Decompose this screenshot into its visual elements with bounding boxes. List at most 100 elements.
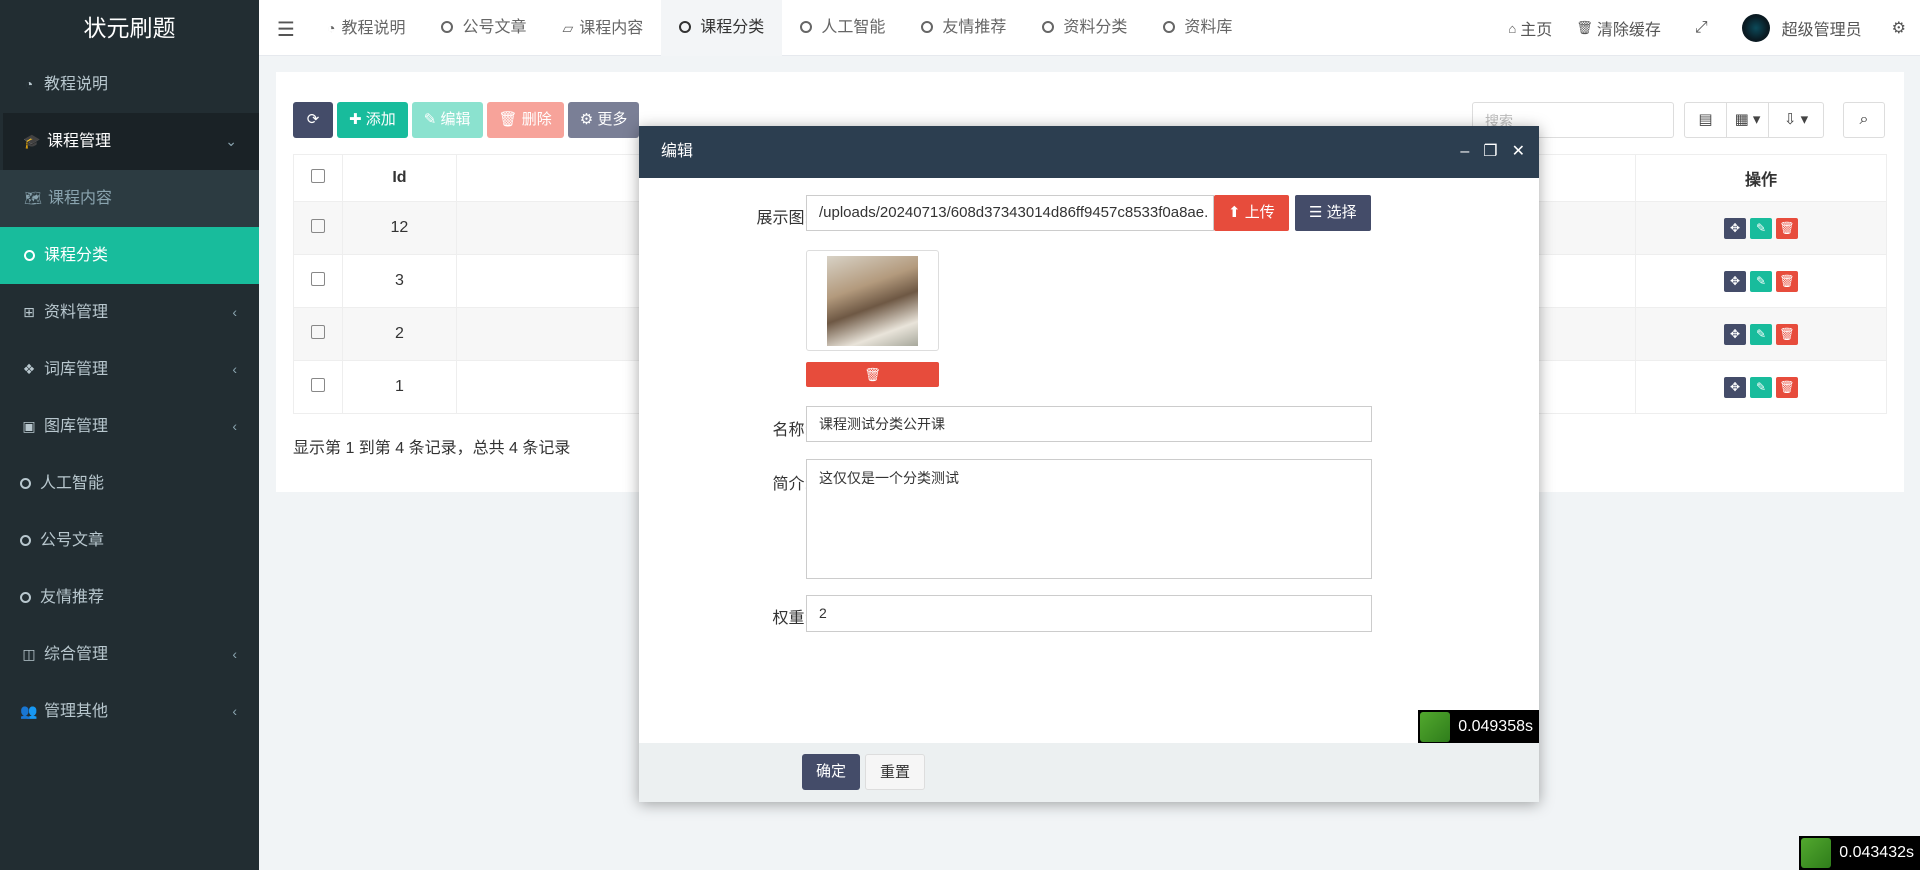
delete-button[interactable]: 🗑 删除	[486, 102, 564, 138]
add-button[interactable]: ✚ 添加	[337, 102, 408, 138]
tab-label: 教程说明	[341, 20, 406, 37]
tab-material-library[interactable]: 资料库	[1145, 0, 1250, 56]
sidebar-item-friends[interactable]: 友情推荐	[0, 569, 259, 626]
sidebar-item-label: 图库管理	[44, 418, 109, 435]
tab-label: 资料库	[1184, 19, 1233, 36]
drag-icon[interactable]: ✥	[1724, 270, 1747, 292]
sidebar-item-ai[interactable]: 人工智能	[0, 455, 259, 512]
list-view-icon[interactable]: ▤	[1685, 103, 1727, 137]
columns-icon: ◫	[22, 646, 36, 662]
weight-input[interactable]: 2	[806, 595, 1372, 632]
debug-timer: 0.049358s	[1418, 710, 1539, 744]
image-preview[interactable]	[806, 250, 939, 351]
name-input[interactable]: 课程测试分类公开课	[806, 406, 1372, 442]
sidebar-item-articles[interactable]: 公号文章	[0, 512, 259, 569]
home-link[interactable]: ⌂ 主页	[1496, 16, 1564, 40]
menu-toggle-icon[interactable]: ☰	[277, 17, 295, 42]
edit-icon[interactable]: ✎	[1750, 376, 1773, 398]
row-id: 3	[341, 254, 457, 308]
intro-textarea[interactable]: 这仅仅是一个分类测试	[806, 459, 1372, 579]
edit-icon[interactable]: ✎	[1750, 323, 1773, 345]
settings-icon[interactable]: ⚙	[1874, 18, 1920, 38]
refresh-button[interactable]: ⟳	[293, 102, 333, 138]
trash-icon[interactable]: 🗑	[1776, 376, 1799, 398]
checkbox[interactable]	[310, 377, 325, 392]
chevron-left-icon: ‹	[232, 418, 237, 434]
sidebar-item-label: 课程管理	[47, 133, 112, 150]
minimize-icon[interactable]: –	[1460, 126, 1469, 178]
dialog-body: 展示图: /uploads/20240713/608d37343014d86ff…	[639, 178, 1539, 744]
tab-label: 公号文章	[462, 19, 527, 36]
sidebar-item-label: 综合管理	[44, 646, 109, 663]
sidebar-item-word-manage[interactable]: ❖ 词库管理 ‹	[0, 341, 259, 398]
checkbox[interactable]	[310, 324, 325, 339]
choose-button[interactable]: ☰ 选择	[1295, 195, 1371, 231]
reset-button[interactable]: 重置	[865, 754, 926, 790]
avatar	[1741, 14, 1770, 42]
tab-articles[interactable]: 公号文章	[423, 0, 544, 56]
select-all-checkbox[interactable]	[293, 154, 343, 202]
drag-icon[interactable]: ✥	[1724, 217, 1747, 239]
sidebar-item-other[interactable]: 👥 管理其他 ‹	[0, 683, 259, 740]
top-nav: ☰ ◔ 教程说明 公号文章 ▱ 课程内容 课程分类 人工智能 友情推荐 资料分类 资…	[259, 0, 1920, 56]
row-checkbox[interactable]	[293, 307, 343, 361]
trash-icon[interactable]: 🗑	[1776, 217, 1799, 239]
windows-icon: ⊞	[23, 304, 35, 320]
sidebar-item-general[interactable]: ◫ 综合管理 ‹	[0, 626, 259, 683]
drag-icon[interactable]: ✥	[1724, 376, 1747, 398]
checkbox[interactable]	[310, 218, 325, 233]
tab-course-category[interactable]: 课程分类	[661, 0, 783, 56]
upload-button[interactable]: ⬆ 上传	[1214, 195, 1289, 231]
tab-material-category[interactable]: 资料分类	[1024, 0, 1145, 56]
row-id: 12	[341, 201, 457, 255]
trash-icon[interactable]: 🗑	[1776, 323, 1799, 345]
remove-image-button[interactable]: 🗑	[806, 362, 939, 387]
tab-course-content[interactable]: ▱ 课程内容	[545, 0, 662, 56]
tab-friends[interactable]: 友情推荐	[903, 0, 1024, 56]
tab-ai[interactable]: 人工智能	[782, 0, 903, 56]
sidebar-item-course-content[interactable]: 🗺 课程内容	[0, 170, 259, 227]
row-checkbox[interactable]	[293, 360, 343, 414]
edit-button[interactable]: ✎ 编辑	[411, 102, 483, 138]
search-icon[interactable]: ⌕	[1843, 102, 1885, 138]
more-button[interactable]: ⚙ 更多	[567, 102, 640, 138]
trash-icon[interactable]: 🗑	[1776, 270, 1799, 292]
col-id[interactable]: Id	[341, 154, 457, 202]
edit-icon[interactable]: ✎	[1750, 217, 1773, 239]
confirm-button[interactable]: 确定	[802, 754, 861, 790]
sidebar-item-course-category[interactable]: 课程分类	[0, 227, 259, 284]
edit-dialog: 编辑 – ❐ ✕ 展示图: /uploads/20240713/608d3734…	[639, 126, 1539, 802]
toolbar: ⟳ ✚ 添加 ✎ 编辑 🗑 删除 ⚙ 更多	[293, 102, 643, 138]
image-path-input[interactable]: /uploads/20240713/608d37343014d86ff9457c…	[806, 195, 1214, 231]
sidebar-item-image-manage[interactable]: ▣ 图库管理 ‹	[0, 398, 259, 455]
row-checkbox[interactable]	[293, 201, 343, 255]
sidebar-item-label: 人工智能	[40, 475, 105, 492]
circle-icon	[800, 21, 813, 33]
user-menu[interactable]: 超级管理员	[1730, 14, 1874, 42]
row-ops: ✥ ✎ 🗑	[1635, 307, 1887, 361]
sidebar-item-course-manage[interactable]: 🎓 课程管理 ⌄	[0, 113, 259, 170]
clear-cache-button[interactable]: 🗑 清除缓存	[1564, 16, 1673, 40]
columns-dropdown-icon[interactable]: ▦ ▾	[1727, 103, 1769, 137]
chevron-left-icon: ‹	[232, 361, 237, 377]
export-dropdown-icon[interactable]: ⇩ ▾	[1769, 103, 1823, 137]
image-icon: ▣	[22, 418, 36, 434]
user-name: 超级管理员	[1781, 22, 1862, 39]
map-icon: 🗺	[24, 190, 42, 206]
sidebar-item-label: 公号文章	[40, 532, 105, 549]
sidebar-item-tutorial[interactable]: ◔ 教程说明	[0, 56, 259, 113]
close-icon[interactable]: ✕	[1512, 126, 1525, 178]
brand-title[interactable]: 状元刷题	[0, 0, 259, 56]
fullscreen-icon[interactable]: ⤢	[1673, 19, 1730, 37]
row-ops: ✥ ✎ 🗑	[1635, 254, 1887, 308]
maximize-icon[interactable]: ❐	[1483, 126, 1497, 178]
tab-tutorial[interactable]: ◔ 教程说明	[309, 0, 423, 56]
sidebar-item-material-manage[interactable]: ⊞ 资料管理 ‹	[0, 284, 259, 341]
sidebar: 状元刷题 ◔ 教程说明 🎓 课程管理 ⌄ 🗺 课程内容 课程分类 ⊞ 资料管理 ‹ ❖ 词库管…	[0, 0, 259, 870]
checkbox[interactable]	[310, 168, 325, 183]
edit-icon[interactable]: ✎	[1750, 270, 1773, 292]
row-checkbox[interactable]	[293, 254, 343, 308]
circle-icon	[20, 478, 31, 489]
checkbox[interactable]	[310, 271, 325, 286]
drag-icon[interactable]: ✥	[1724, 323, 1747, 345]
